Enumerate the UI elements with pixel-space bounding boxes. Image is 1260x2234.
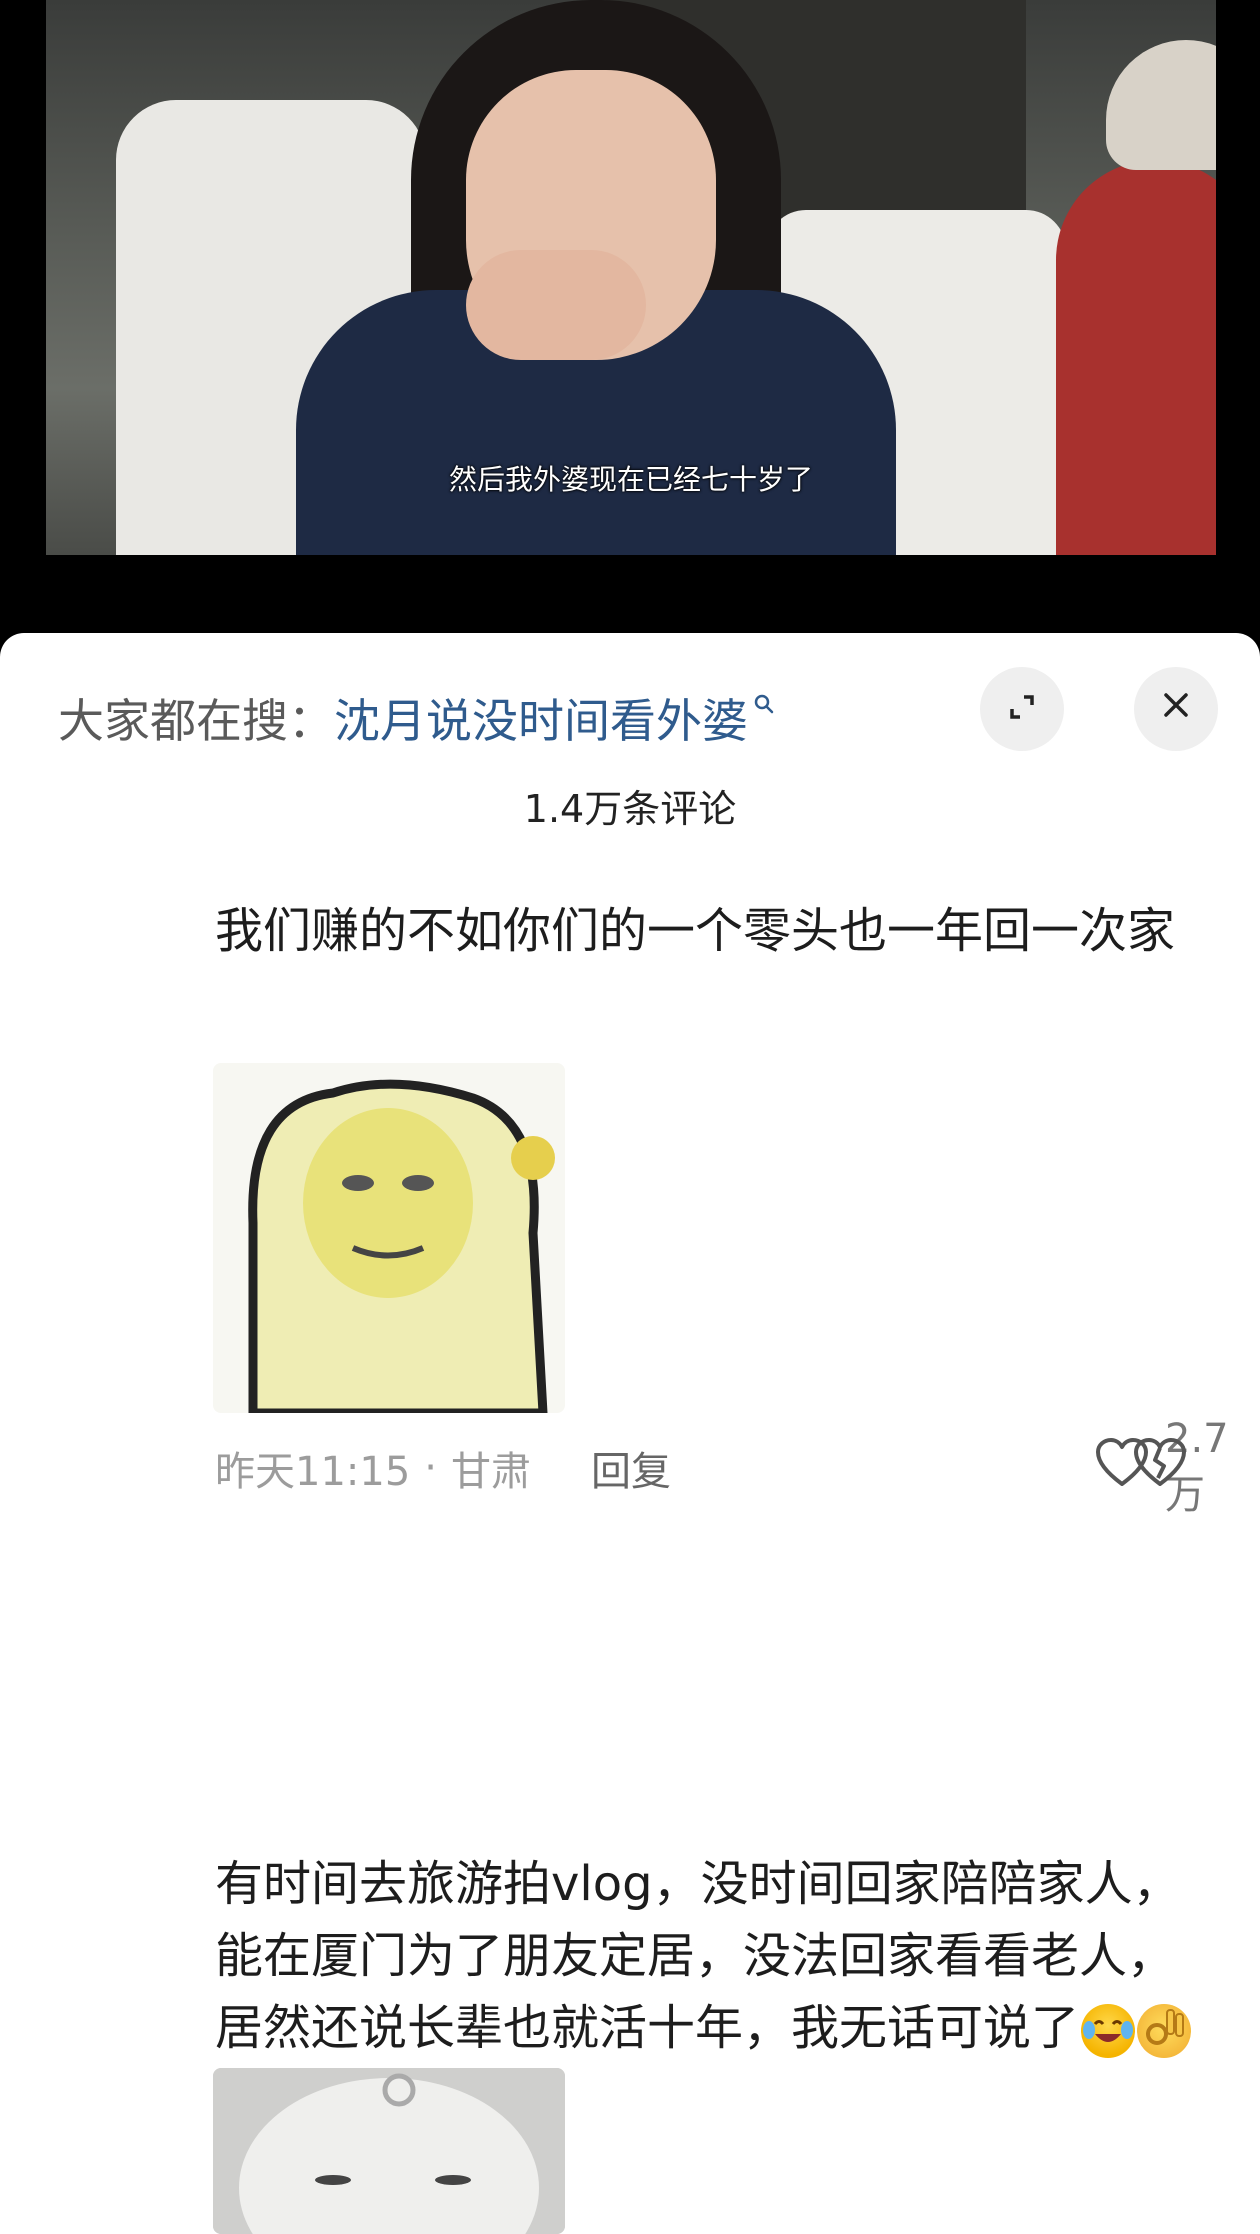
meme-sticker[interactable] — [213, 1063, 565, 1413]
knit-hat — [1106, 40, 1216, 170]
dislike-button[interactable] — [1133, 1438, 1187, 1498]
search-prefix-label: 大家都在搜： — [58, 694, 334, 748]
meme-sticker-2[interactable] — [213, 2068, 565, 2234]
broken-heart-icon — [1133, 1438, 1187, 1498]
video-subtitle: 然后我外婆现在已经七十岁了 — [448, 463, 813, 496]
comment-text-body: 有时间去旅游拍vlog，没时间回家陪陪家人，能在厦门为了朋友定居，没法回家看看老… — [215, 1856, 1181, 2056]
reply-button[interactable]: 回复 — [591, 1439, 671, 1497]
comment-meta: 昨天11:15 · 甘肃 回复 2.7万 — [215, 1416, 1229, 1518]
close-icon — [1159, 686, 1193, 732]
video-player[interactable]: 然后我外婆现在已经七十岁了 — [0, 0, 1260, 640]
comments-sheet: 大家都在搜： 沈月说没时间看外婆 1.4万条评论 我们赚的不如你们的一个零头也一… — [0, 633, 1260, 2234]
video-frame[interactable]: 然后我外婆现在已经七十岁了 — [46, 0, 1216, 555]
comment-time: 昨天11:15 — [215, 1449, 411, 1495]
laughing-crying-emoji — [1081, 2004, 1136, 2058]
person-hand — [466, 250, 646, 360]
trending-search[interactable]: 大家都在搜： 沈月说没时间看外婆 — [58, 683, 776, 753]
comment-count: 1.4万条评论 — [523, 787, 737, 831]
comment-text-2: 有时间去旅游拍vlog，没时间回家陪陪家人，能在厦门为了朋友定居，没法回家看看老… — [215, 1848, 1205, 2064]
ok-hand-emoji — [1137, 2004, 1192, 2058]
search-term-link[interactable]: 沈月说没时间看外婆 — [334, 685, 748, 751]
meta-separator: · — [424, 1445, 437, 1491]
expand-icon — [1004, 689, 1040, 729]
search-icon — [752, 690, 776, 723]
comment-text: 我们赚的不如你们的一个零头也一年回一次家 — [215, 903, 1176, 959]
close-button[interactable] — [1134, 667, 1218, 751]
comment-location: 甘肃 — [451, 1449, 531, 1495]
expand-button[interactable] — [980, 667, 1064, 751]
